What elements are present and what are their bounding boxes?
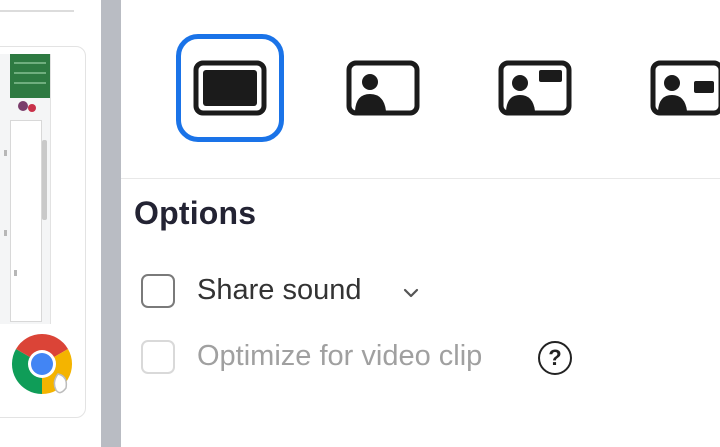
help-icon-glyph: ?	[548, 345, 562, 370]
share-screen-panel: Options Share sound Optimize for video c…	[0, 0, 720, 447]
thumbnail-divider	[0, 10, 74, 12]
panel-separator	[101, 0, 121, 447]
presenter-side-icon	[650, 60, 720, 116]
thumbnail-avatar	[18, 101, 28, 111]
layout-option-presenter-inset-button[interactable]	[481, 34, 589, 142]
share-sound-label[interactable]: Share sound	[197, 274, 361, 307]
chevron-down-icon[interactable]	[401, 286, 421, 300]
layout-option-fullscreen-button[interactable]	[176, 34, 284, 142]
thumbnail-avatar	[28, 104, 36, 112]
presenter-background-inset-icon	[498, 60, 572, 116]
thumbnail-preview-header	[10, 54, 50, 98]
optimize-video-clip-label: Optimize for video clip	[197, 340, 483, 372]
thumbnail-preview-scrollbar	[42, 140, 47, 220]
presenter-background-icon	[346, 60, 420, 116]
help-icon[interactable]: ?	[538, 341, 572, 375]
options-heading: Options	[134, 195, 257, 231]
section-divider	[121, 178, 720, 179]
layout-option-presenter-background-button[interactable]	[329, 34, 437, 142]
thumbnail-preview-mark	[14, 270, 17, 276]
window-thumbnails-strip	[0, 0, 121, 447]
optimize-video-clip-checkbox[interactable]	[141, 340, 175, 374]
thumbnail-preview-mark	[4, 230, 7, 236]
layout-option-presenter-side-button[interactable]	[633, 34, 720, 142]
chrome-icon	[11, 334, 73, 394]
thumbnail-preview-mark	[4, 150, 7, 156]
share-sound-checkbox[interactable]	[141, 274, 175, 308]
thumbnail-preview-pane	[10, 120, 42, 322]
fullscreen-share-icon	[193, 60, 267, 116]
